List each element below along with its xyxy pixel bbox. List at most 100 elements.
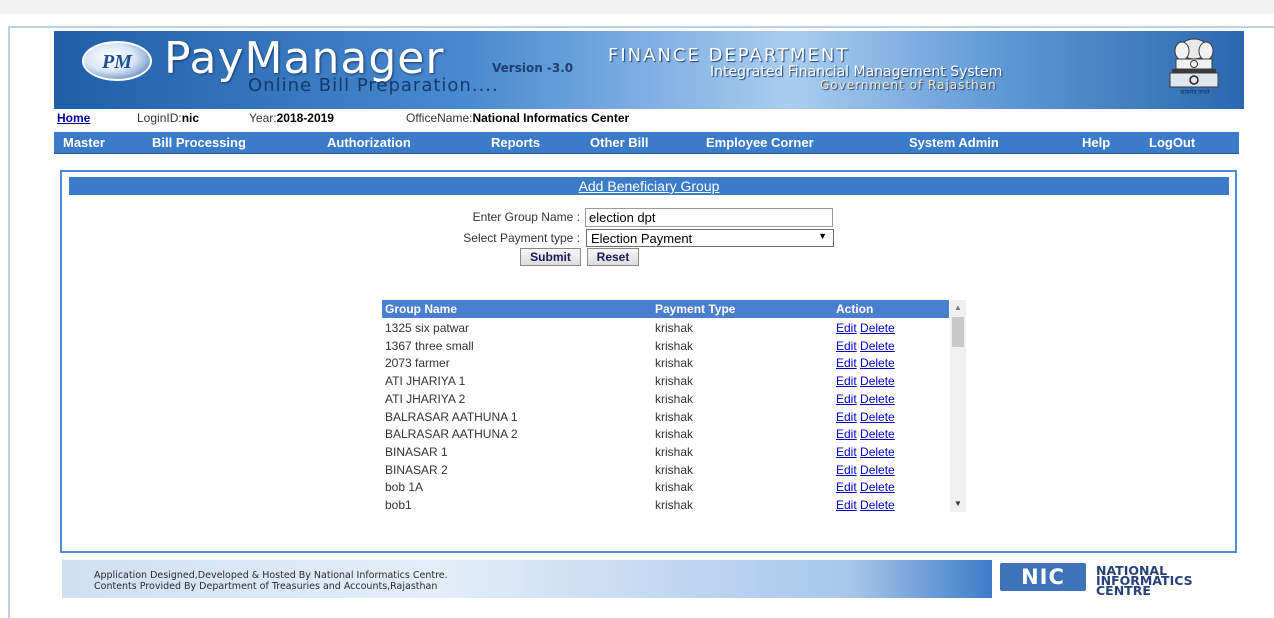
nic-logo-text: NIC [1021,565,1065,589]
edit-link[interactable]: Edit [836,480,857,494]
edit-link[interactable]: Edit [836,374,857,388]
column-action: Action [836,302,874,316]
group-name-cell: bob 1A [385,480,424,495]
emblem-caption: सत्यमेव जयते [1180,90,1210,96]
menu-bill-processing[interactable]: Bill Processing [152,135,246,150]
nic-logo: NIC [1000,563,1086,591]
delete-link[interactable]: Delete [860,374,895,388]
group-name-cell: BALRASAR AATHUNA 1 [385,409,518,424]
menu-help[interactable]: Help [1082,135,1110,150]
delete-link[interactable]: Delete [860,339,895,353]
delete-link[interactable]: Delete [860,427,895,441]
table-row: BINASAR 1 krishak Edit Delete [382,443,949,461]
browser-top-strip [0,0,1274,14]
action-cell: Edit Delete [836,392,895,406]
year-info: Year:2018-2019 [249,111,334,125]
edit-link[interactable]: Edit [836,410,857,424]
delete-link[interactable]: Delete [860,480,895,494]
edit-link[interactable]: Edit [836,392,857,406]
edit-link[interactable]: Edit [836,339,857,353]
edit-link[interactable]: Edit [836,463,857,477]
edit-link[interactable]: Edit [836,445,857,459]
footer-content-line: Contents Provided By Department of Treas… [94,581,438,592]
menu-logout[interactable]: LogOut [1149,135,1195,150]
home-link[interactable]: Home [57,111,90,125]
menu-authorization[interactable]: Authorization [327,135,411,150]
table-header: Group Name Payment Type Action [382,300,949,318]
edit-link[interactable]: Edit [836,498,857,512]
group-name-label: Enter Group Name : [472,210,580,224]
payment-type-cell: krishak [655,480,694,495]
panel-title[interactable]: Add Beneficiary Group [69,177,1229,195]
table-row: bob1 krishak Edit Delete [382,496,949,512]
payment-type-cell: krishak [655,462,694,477]
scroll-down-icon[interactable]: ▼ [950,496,966,512]
login-info: LoginID:nic [137,111,199,125]
payment-type-cell: krishak [655,338,694,353]
office-value: National Informatics Center [472,111,630,125]
group-name-cell: ATI JHARIYA 2 [385,391,466,406]
menu-employee-corner[interactable]: Employee Corner [706,135,814,150]
action-cell: Edit Delete [836,498,895,512]
group-name-input[interactable] [585,208,833,227]
payment-type-label: Select Payment type : [463,231,580,245]
delete-link[interactable]: Delete [860,392,895,406]
delete-link[interactable]: Delete [860,463,895,477]
delete-link[interactable]: Delete [860,498,895,512]
delete-link[interactable]: Delete [860,445,895,459]
delete-link[interactable]: Delete [860,410,895,424]
menu-system-admin[interactable]: System Admin [909,135,999,150]
scroll-up-icon[interactable]: ▲ [950,300,966,316]
app-subtitle: Online Bill Preparation.... [248,75,499,96]
header-banner: PM PayManager Version -3.0 Online Bill P… [54,31,1244,109]
payment-type-cell: krishak [655,321,694,335]
payment-type-cell: krishak [655,427,694,442]
year-value: 2018-2019 [276,111,334,125]
action-cell: Edit Delete [836,427,895,441]
edit-link[interactable]: Edit [836,427,857,441]
table-row: bob 1A krishak Edit Delete [382,478,949,496]
menu-other-bill[interactable]: Other Bill [590,135,649,150]
menu-master[interactable]: Master [63,135,105,150]
delete-link[interactable]: Delete [860,356,895,370]
payment-type-cell: krishak [655,498,694,512]
submit-button[interactable]: Submit [520,248,581,266]
action-cell: Edit Delete [836,339,895,353]
payment-type-value: Election Payment [591,231,693,246]
payment-type-cell: krishak [655,391,694,406]
footer-credit-line: Application Designed,Developed & Hosted … [94,570,448,581]
edit-link[interactable]: Edit [836,356,857,370]
year-label: Year: [249,111,277,125]
app-version: Version -3.0 [492,61,574,75]
logo-initials: PM [102,51,132,73]
table-row: 1367 three small krishak Edit Delete [382,337,949,355]
column-group-name: Group Name [385,302,458,316]
scroll-thumb[interactable] [952,317,964,347]
menu-reports[interactable]: Reports [491,135,540,150]
payment-type-select[interactable]: Election Payment ▼ [586,229,834,247]
group-name-cell: 2073 farmer [385,356,450,371]
paymanager-logo: PM [82,41,152,81]
reset-button[interactable]: Reset [587,248,639,266]
group-name-cell: 1367 three small [385,338,474,353]
payment-type-cell: krishak [655,374,694,389]
table-scrollbar[interactable]: ▲ ▼ [950,300,966,512]
office-label: OfficeName: [406,111,473,125]
group-name-cell: ATI JHARIYA 1 [385,374,466,389]
footer-bar: Application Designed,Developed & Hosted … [62,560,992,598]
panel-title-bar: Add Beneficiary Group [69,177,1229,195]
table-row: ATI JHARIYA 1 krishak Edit Delete [382,372,949,390]
login-value: nic [181,111,200,125]
login-label: LoginID: [137,111,182,125]
payment-type-cell: krishak [655,444,694,459]
action-cell: Edit Delete [836,445,895,459]
group-name-cell: BINASAR 1 [385,444,448,459]
table-row: 2073 farmer krishak Edit Delete [382,354,949,372]
delete-link[interactable]: Delete [860,321,895,335]
action-cell: Edit Delete [836,410,895,424]
table-row: BALRASAR AATHUNA 2 krishak Edit Delete [382,425,949,443]
group-name-cell: bob1 [385,498,412,512]
action-cell: Edit Delete [836,480,895,494]
government-title: Government of Rajasthan [820,78,997,92]
edit-link[interactable]: Edit [836,321,857,335]
